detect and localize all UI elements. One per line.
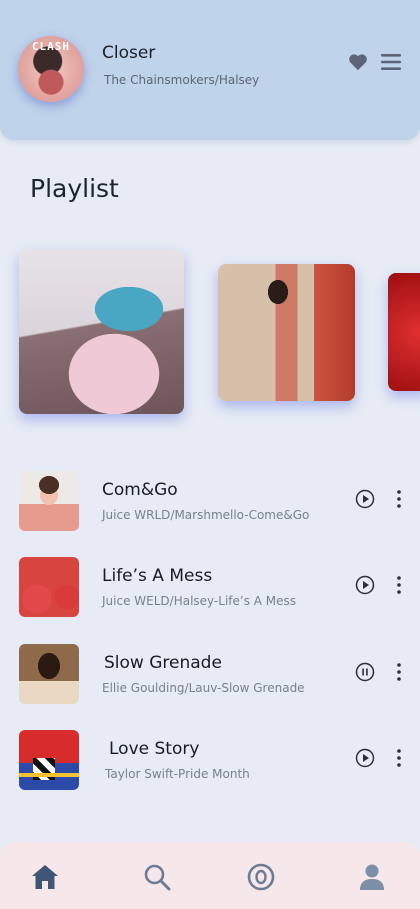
now-playing-bar[interactable]: CLASH Closer The Chainsmokers/Halsey [0, 0, 420, 140]
play-icon[interactable] [355, 748, 375, 768]
play-icon[interactable] [355, 489, 375, 509]
list-item[interactable]: Love Story Taylor Swift-Pride Month [0, 730, 420, 794]
playlist-heading: Playlist [30, 174, 119, 203]
pause-icon[interactable] [355, 662, 375, 682]
profile-icon[interactable] [357, 862, 387, 892]
more-icon[interactable] [394, 748, 404, 768]
now-playing-title: Closer [102, 43, 156, 63]
more-icon[interactable] [394, 662, 404, 682]
heart-icon[interactable] [348, 53, 368, 71]
now-playing-cover[interactable]: CLASH [18, 36, 84, 102]
song-thumbnail [19, 471, 79, 531]
song-thumbnail [19, 557, 79, 617]
song-subtitle: Juice WRLD/Marshmello-Come&Go [102, 508, 310, 522]
home-icon[interactable] [30, 862, 60, 892]
discover-icon[interactable] [246, 862, 276, 892]
song-title: Com&Go [102, 480, 178, 500]
song-subtitle: Taylor Swift-Pride Month [105, 767, 250, 781]
song-thumbnail [19, 730, 79, 790]
list-item[interactable]: Life’s A Mess Juice WELD/Halsey-Life’s A… [0, 557, 420, 621]
song-title: Love Story [109, 739, 200, 759]
song-title: Life’s A Mess [102, 566, 213, 586]
cover-text: CLASH [31, 40, 71, 53]
now-playing-artist: The Chainsmokers/Halsey [104, 73, 260, 87]
playlist-card[interactable] [218, 264, 355, 401]
more-icon[interactable] [394, 489, 404, 509]
list-item[interactable]: Com&Go Juice WRLD/Marshmello-Come&Go [0, 471, 420, 535]
search-icon[interactable] [142, 862, 172, 892]
bottom-nav [0, 842, 420, 909]
playlist-card[interactable] [19, 249, 184, 414]
menu-icon[interactable] [381, 54, 401, 70]
song-subtitle: Juice WELD/Halsey-Life’s A Mess [102, 594, 297, 608]
play-icon[interactable] [355, 575, 375, 595]
list-item[interactable]: Slow Grenade Ellie Goulding/Lauv-Slow Gr… [0, 644, 420, 708]
song-thumbnail [19, 644, 79, 704]
song-subtitle: Ellie Goulding/Lauv-Slow Grenade [102, 681, 305, 695]
song-title: Slow Grenade [104, 653, 222, 673]
more-icon[interactable] [394, 575, 404, 595]
playlist-card[interactable] [388, 273, 420, 391]
